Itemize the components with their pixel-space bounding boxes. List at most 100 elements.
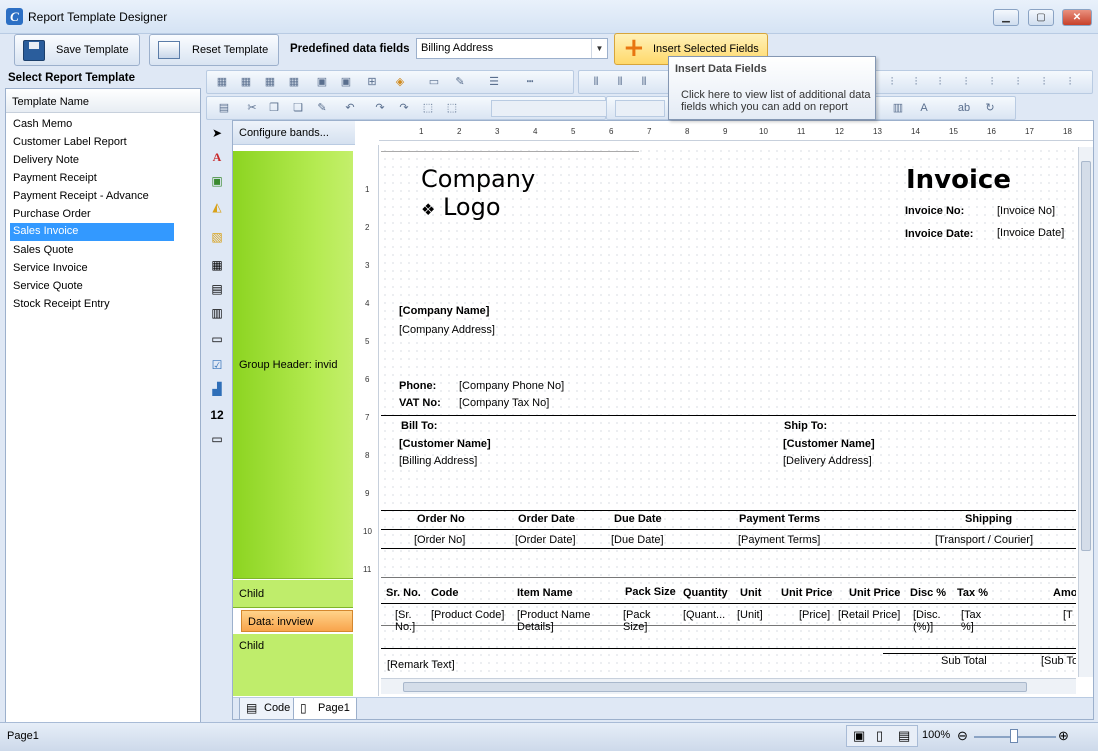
- minimize-button[interactable]: ▁: [993, 9, 1019, 26]
- shape-icon[interactable]: ▭: [427, 75, 441, 89]
- subreport-tool-icon[interactable]: ▧: [208, 228, 226, 246]
- template-item-payment-receipt-advance[interactable]: Payment Receipt - Advance: [10, 188, 174, 206]
- template-item-payment-receipt[interactable]: Payment Receipt: [10, 170, 174, 188]
- justify-icon[interactable]: ▦: [287, 75, 301, 89]
- horizontal-scroll-thumb[interactable]: [403, 682, 1027, 692]
- same-height-icon[interactable]: ⫶: [909, 75, 923, 89]
- picture-tool-icon[interactable]: ▣: [208, 172, 226, 190]
- predefined-fields-select[interactable]: Billing Address ▼: [416, 38, 608, 59]
- paste-icon[interactable]: ❏: [291, 101, 305, 115]
- font-name-combo[interactable]: [491, 100, 609, 117]
- format-painter-icon[interactable]: ✎: [315, 101, 329, 115]
- v-spacing-icon[interactable]: ⫶: [985, 75, 999, 89]
- copy-icon[interactable]: ❐: [267, 101, 281, 115]
- page-view-icon[interactable]: ▣: [853, 728, 865, 744]
- horizontal-ruler: 1 2 3 4 5 6 7 8 9 10 11 12 13 14 15 16 1…: [379, 127, 1093, 141]
- align-centers-icon[interactable]: ⫴: [613, 75, 627, 89]
- template-item-customer-label-report[interactable]: Customer Label Report: [10, 134, 174, 152]
- report-canvas[interactable]: Company ❖ Logo Invoice Invoice No: [Invo…: [381, 147, 1076, 677]
- center-v-icon[interactable]: ⫶: [1063, 75, 1077, 89]
- ship-customer-name: [Customer Name]: [783, 438, 875, 450]
- barcode-icon[interactable]: ▥: [891, 101, 905, 115]
- horizontal-scrollbar[interactable]: [381, 678, 1076, 694]
- reset-template-button[interactable]: Reset Template: [149, 34, 279, 66]
- product-name-value: [Product Name Details]: [517, 609, 591, 633]
- table-tool-icon[interactable]: ▦: [208, 256, 226, 274]
- template-item-service-invoice[interactable]: Service Invoice: [10, 260, 174, 278]
- chart-tool-icon[interactable]: ▟: [208, 380, 226, 398]
- template-item-purchase-order[interactable]: Purchase Order: [10, 206, 174, 224]
- rotate-icon[interactable]: ↻: [983, 101, 997, 115]
- center-h-icon[interactable]: ⫶: [1037, 75, 1051, 89]
- align-rights-icon[interactable]: ⫴: [637, 75, 651, 89]
- band-data[interactable]: Data: invview: [241, 610, 353, 632]
- bands-panel: Configure bands... Group Header: invid C…: [233, 121, 355, 696]
- cut-icon[interactable]: ✂: [245, 101, 259, 115]
- line-width-icon[interactable]: ☰: [487, 75, 501, 89]
- template-name-column-header[interactable]: Template Name: [6, 89, 200, 113]
- line-style-icon[interactable]: ┅: [523, 75, 537, 89]
- zoom-in-icon[interactable]: ⊕: [1058, 728, 1069, 744]
- same-size-icon[interactable]: ⫶: [933, 75, 947, 89]
- label-tool-icon[interactable]: ▭: [208, 430, 226, 448]
- shape-tool-icon[interactable]: ◭: [208, 198, 226, 216]
- app-icon: C: [6, 8, 23, 25]
- align-right-icon[interactable]: ▦: [263, 75, 277, 89]
- save-template-button[interactable]: Save Template: [14, 34, 140, 66]
- checkbox-tool-icon[interactable]: ☑: [208, 356, 226, 374]
- template-item-cash-memo[interactable]: Cash Memo: [10, 116, 174, 134]
- barcode-tool-icon[interactable]: ▥: [208, 304, 226, 322]
- ungroup-icon[interactable]: ⬚: [445, 101, 459, 115]
- maximize-button[interactable]: ▢: [1028, 9, 1054, 26]
- zoom-out-icon[interactable]: ⊖: [957, 728, 968, 744]
- same-width-icon[interactable]: ⫶: [885, 75, 899, 89]
- text-color-icon[interactable]: A: [917, 101, 931, 115]
- zoom-slider-handle[interactable]: [1010, 729, 1018, 743]
- tooltip-title: Insert Data Fields: [675, 63, 767, 75]
- band-child-1[interactable]: Child: [233, 580, 353, 608]
- quantity-value: [Quant...: [683, 609, 726, 621]
- highlight-icon[interactable]: ab: [957, 101, 971, 115]
- toolbox: ➤ A ▣ ◭ ▧ ▦ ▤ ▥ ▭ ☑ ▟ 12 ▭: [205, 120, 229, 454]
- h-spacing-icon[interactable]: ⫶: [1011, 75, 1025, 89]
- redo2-icon[interactable]: ↷: [397, 101, 411, 115]
- configure-bands-button[interactable]: Configure bands...: [233, 121, 355, 145]
- align-lefts-icon[interactable]: ⫴: [589, 75, 603, 89]
- number-tool-icon[interactable]: 12: [208, 406, 226, 424]
- align-left-icon[interactable]: ▦: [215, 75, 229, 89]
- properties-icon[interactable]: ▤: [217, 101, 231, 115]
- template-item-delivery-note[interactable]: Delivery Note: [10, 152, 174, 170]
- template-item-service-quote[interactable]: Service Quote: [10, 278, 174, 296]
- chevron-down-icon[interactable]: ▼: [591, 39, 607, 58]
- tab-page1[interactable]: ▯ Page1: [293, 698, 357, 719]
- spacing-icon[interactable]: ⫶: [959, 75, 973, 89]
- line-color-icon[interactable]: ✎: [453, 75, 467, 89]
- multi-page-icon[interactable]: ▤: [898, 728, 910, 744]
- border-all-icon[interactable]: ▣: [339, 75, 353, 89]
- tax-value: [Tax %]: [961, 609, 982, 633]
- group-icon[interactable]: ⬚: [421, 101, 435, 115]
- border-style-icon[interactable]: ⊞: [365, 75, 379, 89]
- template-item-sales-invoice[interactable]: Sales Invoice: [10, 223, 174, 241]
- phone-value: [Company Phone No]: [459, 380, 565, 392]
- text-tool-icon[interactable]: A: [208, 148, 226, 166]
- undo-icon[interactable]: ↶: [343, 101, 357, 115]
- ruler-tick: 9: [723, 127, 728, 136]
- matrix-tool-icon[interactable]: ▤: [208, 280, 226, 298]
- font-size-combo[interactable]: [615, 100, 665, 117]
- richtext-tool-icon[interactable]: ▭: [208, 330, 226, 348]
- vertical-scroll-thumb[interactable]: [1081, 161, 1091, 551]
- single-page-icon[interactable]: ▯: [876, 728, 883, 744]
- close-button[interactable]: ✕: [1062, 9, 1092, 26]
- template-item-sales-quote[interactable]: Sales Quote: [10, 242, 174, 260]
- band-child-2[interactable]: Child: [233, 634, 353, 696]
- pointer-icon[interactable]: ➤: [208, 124, 226, 142]
- band-group-header[interactable]: Group Header: invid: [233, 151, 353, 579]
- align-center-icon[interactable]: ▦: [239, 75, 253, 89]
- border-icon[interactable]: ▣: [315, 75, 329, 89]
- fill-color-icon[interactable]: ◈: [393, 75, 407, 89]
- template-item-stock-receipt-entry[interactable]: Stock Receipt Entry: [10, 296, 174, 314]
- vertical-scrollbar[interactable]: [1078, 147, 1093, 677]
- redo-icon[interactable]: ↷: [373, 101, 387, 115]
- tab-code[interactable]: ▤ Code: [239, 698, 298, 719]
